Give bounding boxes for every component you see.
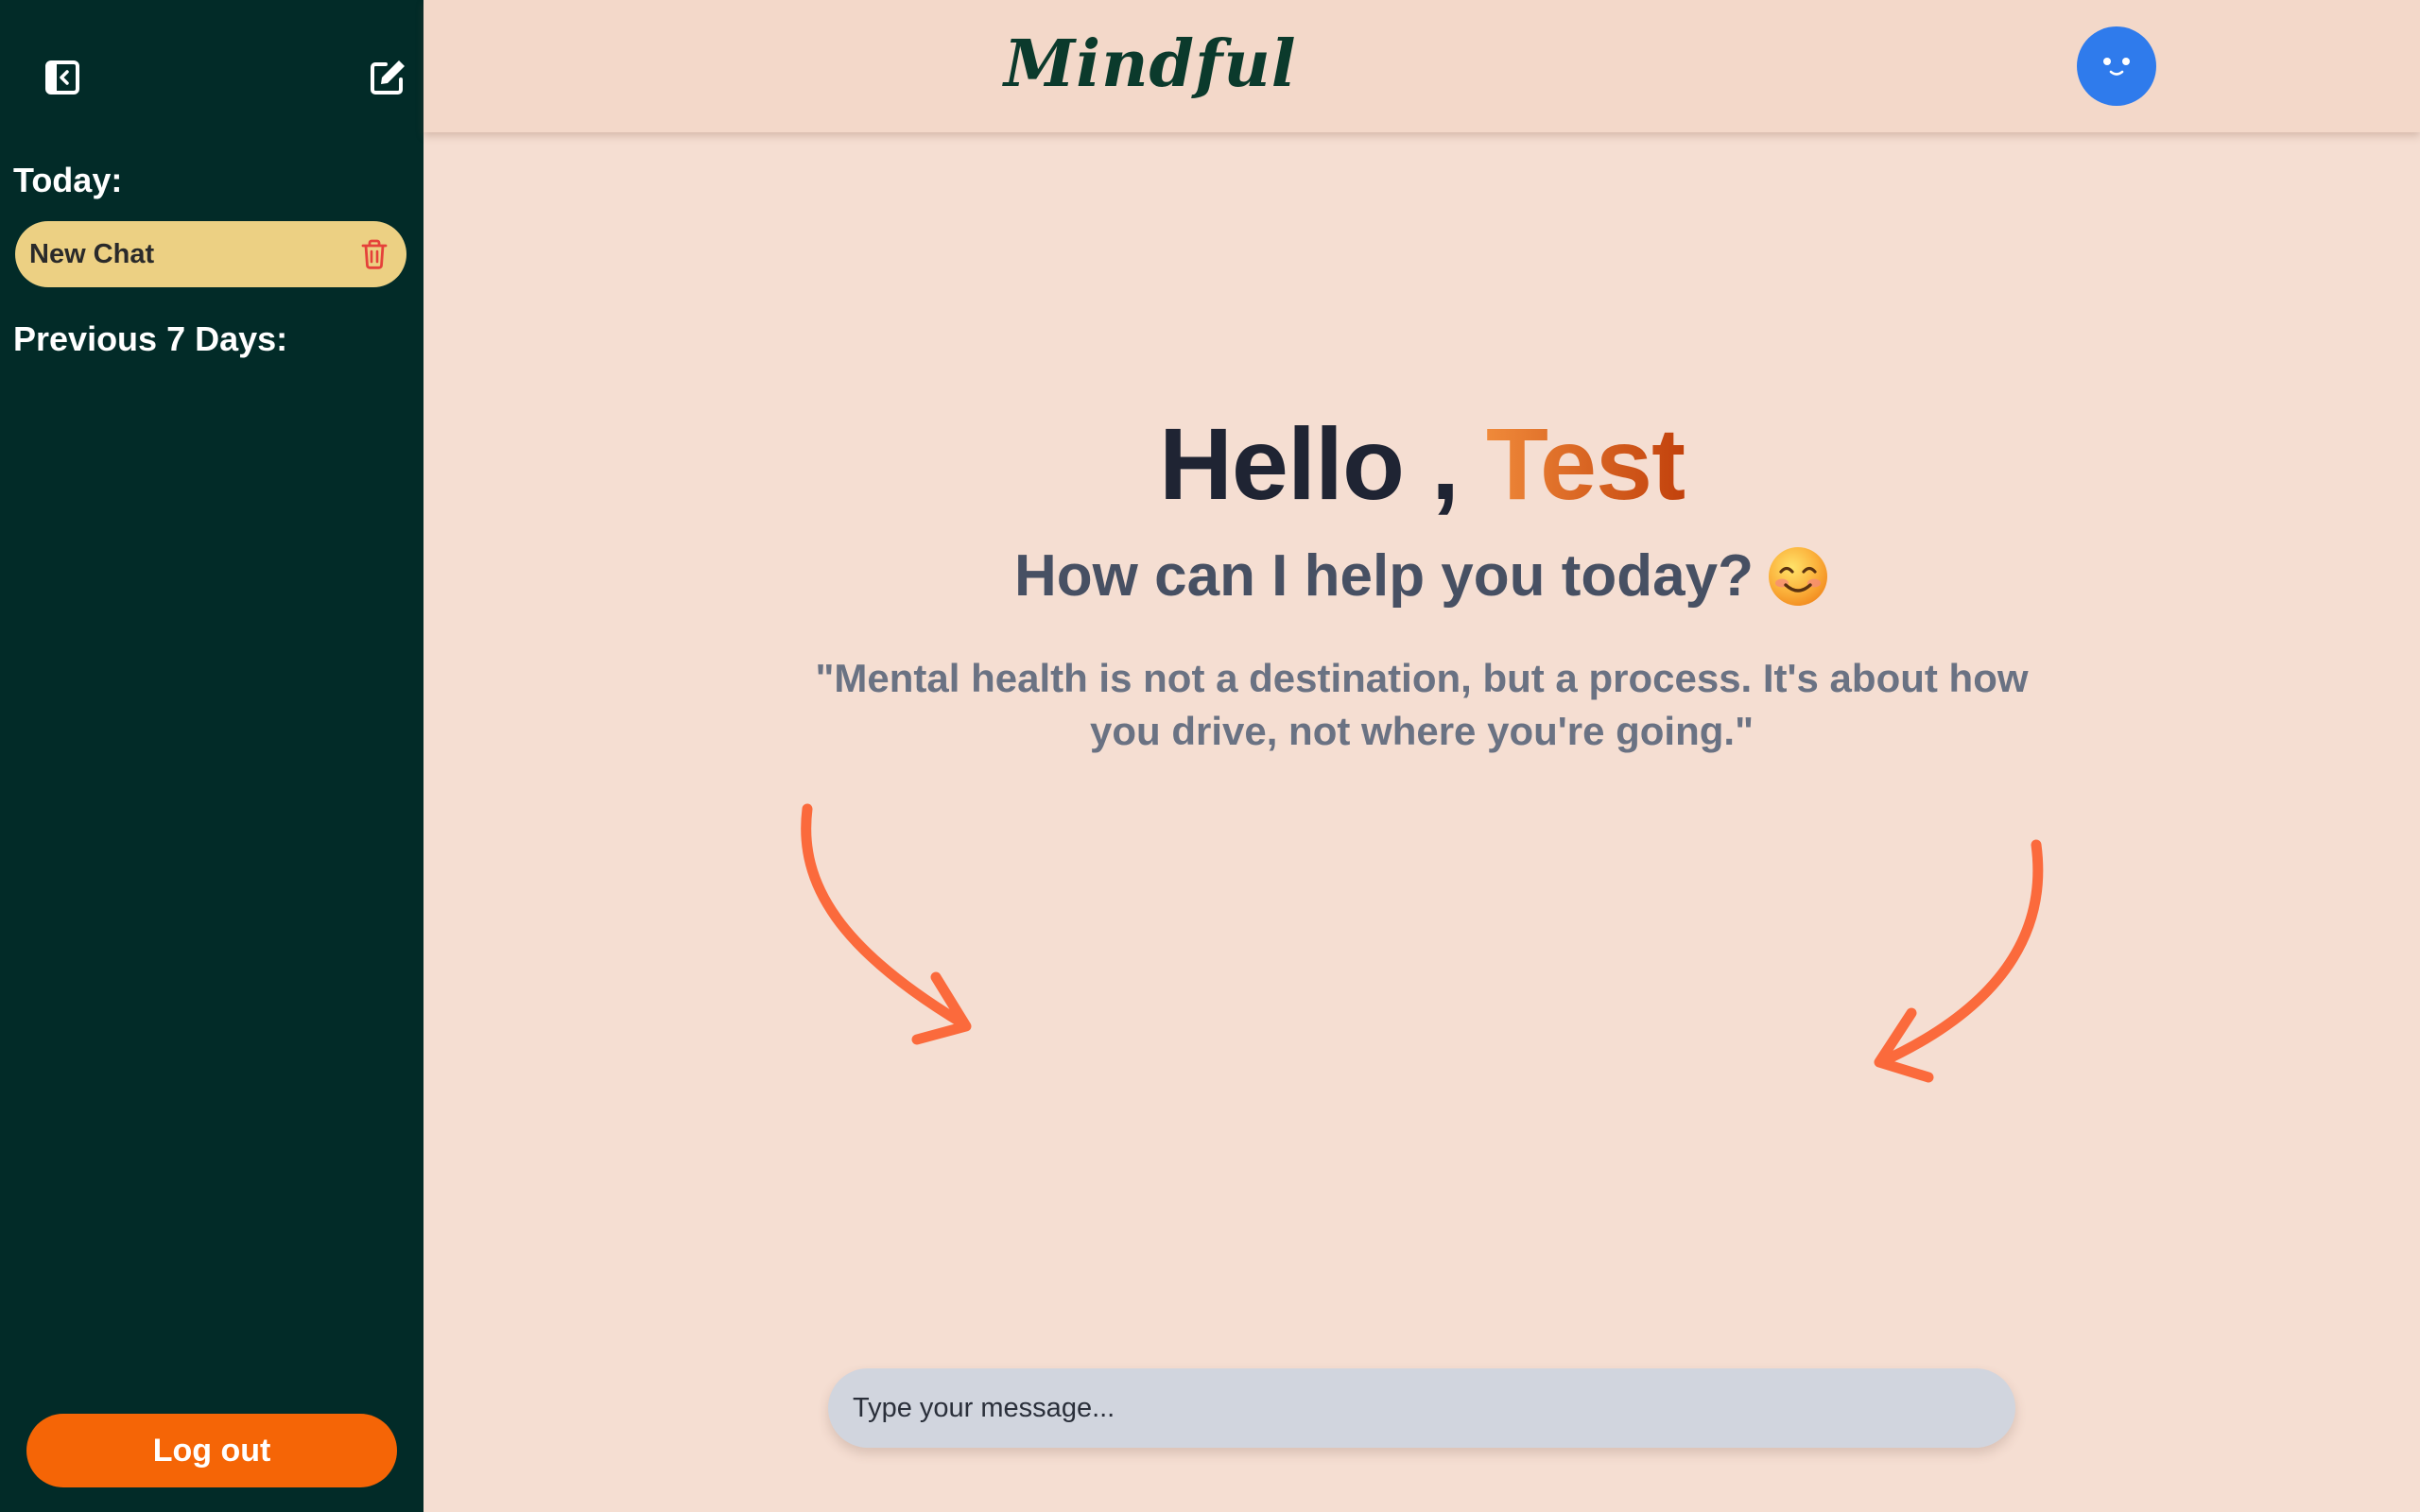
help-subtitle: How can I help you today? — [424, 542, 2420, 610]
user-name: Test — [1486, 406, 1685, 521]
sidebar: Today: New Chat Previous 7 Days: Log out — [0, 0, 424, 1512]
message-input[interactable] — [828, 1368, 2015, 1448]
section-label-today: Today: — [13, 161, 123, 199]
top-header: Mindful — [424, 0, 2420, 132]
brand-logo: Mindful — [1004, 26, 1297, 102]
greeting-prefix: Hello , — [1158, 406, 1486, 521]
curved-arrow-icon — [801, 803, 972, 1045]
curved-arrow-icon — [1874, 839, 2044, 1083]
greeting-heading: Hello , Test — [424, 404, 2420, 523]
logout-button[interactable]: Log out — [26, 1414, 397, 1487]
smiley-face-icon[interactable] — [2077, 26, 2156, 106]
chat-title: New Chat — [29, 238, 155, 269]
subtitle-text: How can I help you today? — [1014, 543, 1754, 609]
edit-icon[interactable] — [363, 53, 412, 102]
trash-icon[interactable] — [357, 237, 391, 271]
chat-history-item[interactable]: New Chat — [15, 221, 406, 287]
section-label-previous: Previous 7 Days: — [13, 319, 288, 358]
sidebar-collapse-icon[interactable] — [38, 53, 87, 102]
smiling-face-emoji-icon — [1767, 545, 1829, 608]
motivational-quote: "Mental health is not a destination, but… — [815, 656, 2029, 753]
